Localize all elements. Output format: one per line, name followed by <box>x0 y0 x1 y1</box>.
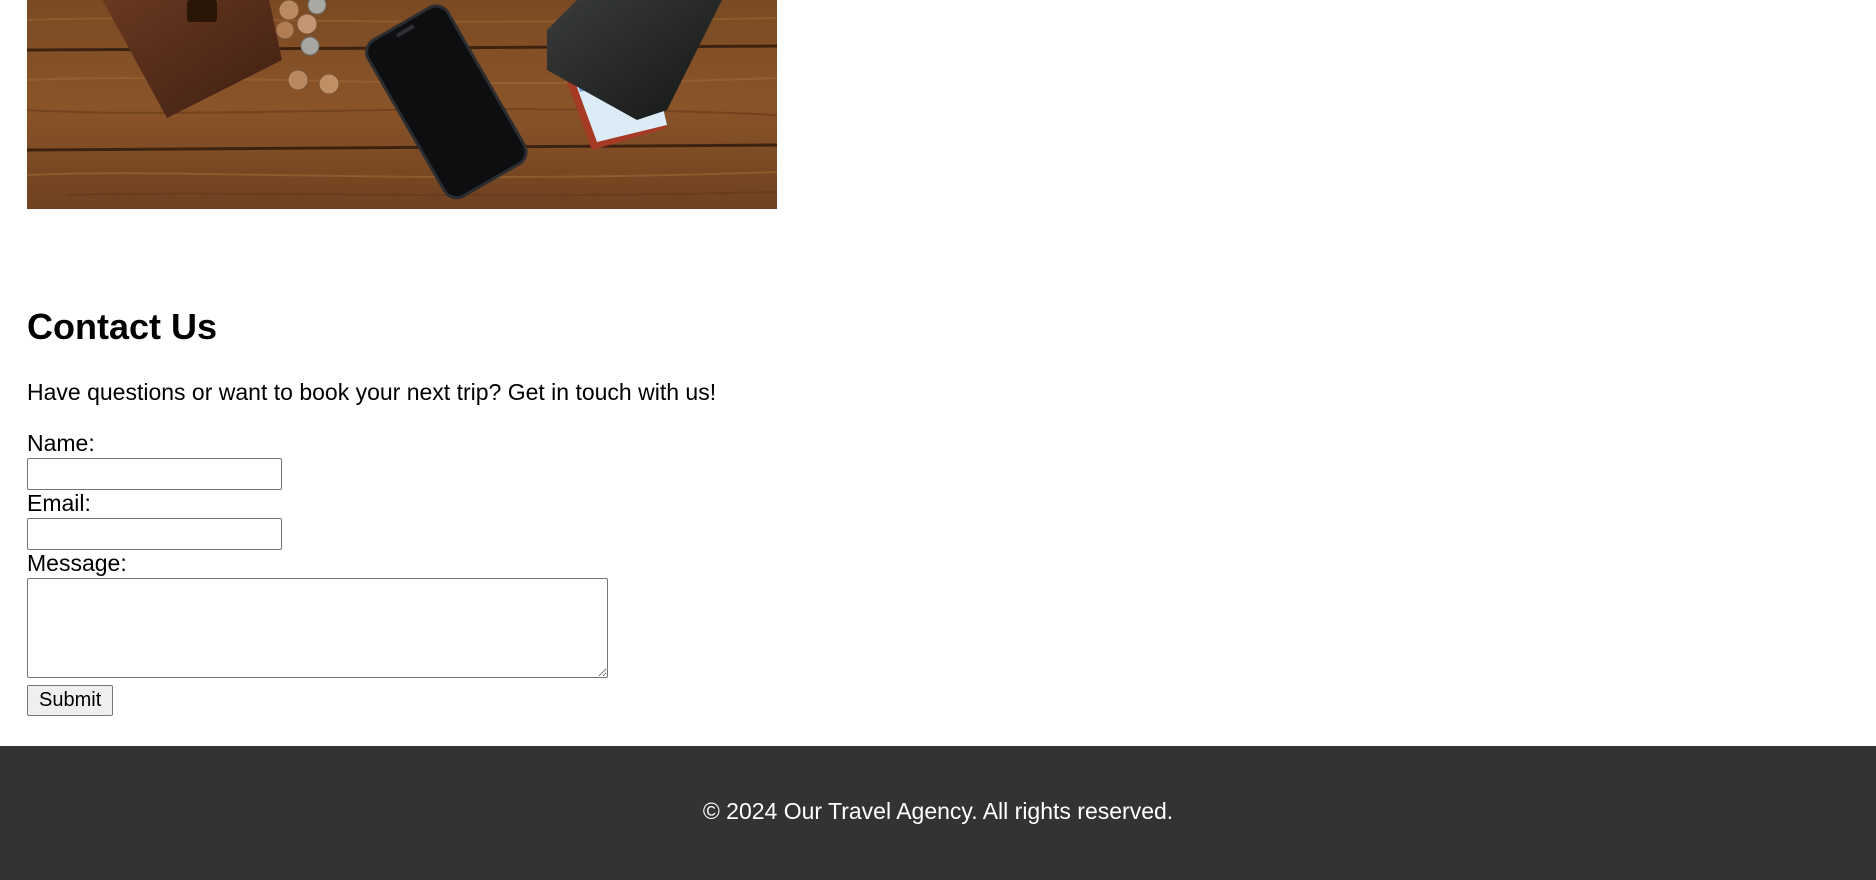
page: Contact Us Have questions or want to boo… <box>0 0 1876 880</box>
contact-section: Contact Us Have questions or want to boo… <box>27 300 927 716</box>
footer-copyright: © 2024 Our Travel Agency. All rights res… <box>702 798 1174 824</box>
name-label: Name: <box>27 430 95 456</box>
message-textarea[interactable] <box>27 578 608 678</box>
hero-image <box>27 0 777 209</box>
email-field[interactable] <box>27 518 282 550</box>
contact-heading: Contact Us <box>27 306 218 347</box>
email-label: Email: <box>27 490 91 516</box>
name-field[interactable] <box>27 458 282 490</box>
message-label: Message: <box>27 550 127 576</box>
contact-intro: Have questions or want to book your next… <box>27 379 717 405</box>
submit-button[interactable]: Submit <box>27 685 114 716</box>
footer: © 2024 Our Travel Agency. All rights res… <box>0 746 1876 880</box>
